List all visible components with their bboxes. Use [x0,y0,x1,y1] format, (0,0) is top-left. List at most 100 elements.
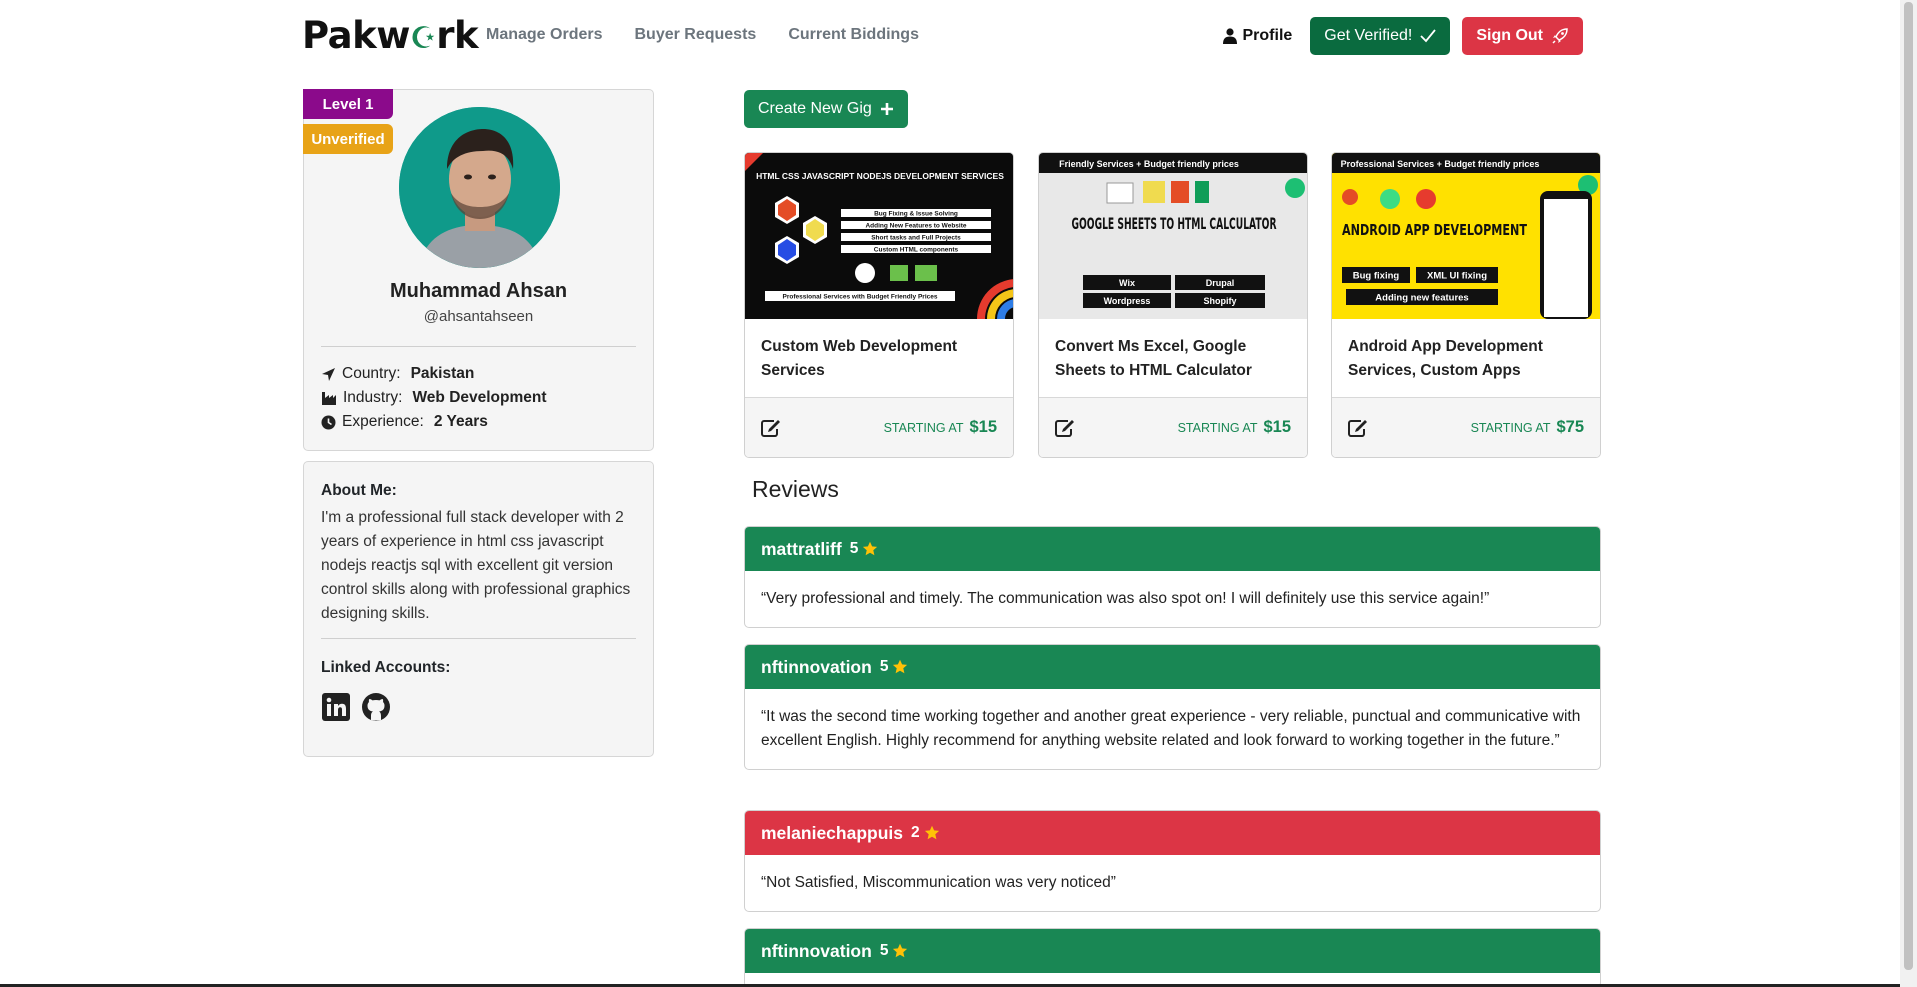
rocket-icon [1552,28,1568,44]
vertical-scrollbar[interactable] [1900,0,1917,987]
industry-label: Industry: [343,389,403,406]
gig-card[interactable]: Friendly Services + Budget friendly pric… [1038,152,1308,458]
gig-1-banner: HTML CSS JAVASCRIPT NODEJS DEVELOPMENT S… [756,171,1004,181]
profile-link[interactable]: Profile [1222,27,1292,45]
create-new-gig-button[interactable]: Create New Gig [744,90,908,128]
gig-2-tag-4: Shopify [1204,296,1237,306]
review-text: “Very professional and timely. The commu… [761,590,1490,607]
sign-out-button[interactable]: Sign Out [1462,17,1583,55]
get-verified-label: Get Verified! [1324,27,1413,44]
star-icon [924,825,939,840]
gig-price: $15 [969,418,997,436]
gig-3-tag-2: XML UI fixing [1427,271,1487,282]
edit-icon[interactable] [1348,419,1368,437]
about-divider [321,638,636,639]
nav-buyer-requests[interactable]: Buyer Requests [634,26,756,44]
review-card: nftinnovation 5 [744,928,1601,987]
gig-2-tag-3: Wordpress [1104,296,1151,306]
starting-label: STARTING AT [1470,421,1551,435]
gig-footer: STARTING AT $15 [1039,397,1307,457]
main-nav: Manage Orders Buyer Requests Current Bid… [486,26,919,44]
crescent-star-icon: ☪ [409,21,437,56]
gig-1-line-2: Adding New Features to Website [865,223,966,230]
profile-handle: @ahsantahseen [423,308,534,325]
level-badge: Level 1 [303,89,393,119]
gig-card[interactable]: Professional Services + Budget friendly … [1331,152,1601,458]
starting-price: STARTING AT $15 [884,418,997,437]
review-card: nftinnovation 5 “It was the second time … [744,644,1601,770]
profile-name: Muhammad Ahsan [389,280,568,302]
gig-card[interactable]: HTML CSS JAVASCRIPT NODEJS DEVELOPMENT S… [744,152,1014,458]
rating-value: 5 [849,540,859,557]
gig-1-line-4: Custom HTML components [874,247,959,254]
country-value: Pakistan [410,365,475,382]
industry-row: Industry: Web Development [321,389,547,407]
location-arrow-icon [322,367,335,381]
nav-current-biddings[interactable]: Current Biddings [788,26,919,44]
review-text: “It was the second time working together… [761,708,1581,749]
review-rating: 2 [911,824,940,842]
avatar [399,107,560,268]
review-header: mattratliff 5 [745,527,1600,571]
review-rating: 5 [880,658,909,676]
industry-icon [322,391,336,405]
starting-price: STARTING AT $75 [1471,418,1584,437]
rating-value: 2 [911,824,920,841]
gig-thumbnail: HTML CSS JAVASCRIPT NODEJS DEVELOPMENT S… [745,153,1013,319]
industry-value: Web Development [412,389,547,406]
review-card: mattratliff 5 “Very professional and tim… [744,526,1601,628]
about-text: I'm a professional full stack developer … [321,509,631,622]
rating-value: 5 [879,942,889,959]
gig-1-line-1: Bug Fixing & Issue Solving [874,211,958,218]
checkmark-icon [1420,29,1437,43]
star-icon [863,541,878,556]
nav-actions: Profile Get Verified! Sign Out [1222,17,1583,55]
review-rating: 5 [880,942,909,960]
gig-2-banner: Friendly Services + Budget friendly pric… [1059,159,1239,169]
profile-card: Level 1 Unverified Muhammad Ahsan @ahsan… [303,89,654,451]
create-new-gig-label: Create New Gig [758,100,872,117]
gig-1-line-3: Short tasks and Full Projects [871,235,961,242]
review-user[interactable]: nftinnovation [761,657,872,678]
review-header: nftinnovation 5 [745,645,1600,689]
github-icon[interactable] [361,692,391,722]
gig-2-headline: GOOGLE SHEETS TO HTML CALCULATOR [1072,214,1277,233]
review-user[interactable]: nftinnovation [761,941,872,962]
brand-logo[interactable]: Pakw☪rk [302,14,479,57]
gig-footer: STARTING AT $75 [1332,397,1600,457]
experience-row: Experience: 2 Years [321,413,488,431]
rating-value: 5 [879,658,889,675]
about-title: About Me: [321,482,397,499]
review-user[interactable]: mattratliff [761,539,842,560]
edit-icon[interactable] [1055,419,1075,437]
review-card: melaniechappuis 2 “Not Satisfied, Miscom… [744,810,1601,912]
linked-accounts [321,692,391,722]
gig-2-tag-1: Wix [1119,278,1135,288]
review-rating: 5 [850,540,879,558]
about-card: About Me: I'm a professional full stack … [303,461,654,757]
gig-footer: STARTING AT $15 [745,397,1013,457]
get-verified-button[interactable]: Get Verified! [1310,17,1451,55]
gig-1-footer: Professional Services with Budget Friend… [783,294,938,301]
edit-icon[interactable] [761,419,781,437]
linkedin-icon[interactable] [321,692,351,722]
starting-label: STARTING AT [883,421,964,435]
plus-icon [880,103,893,115]
reviews-title: Reviews [752,476,839,502]
sign-out-label: Sign Out [1476,27,1543,44]
nav-manage-orders[interactable]: Manage Orders [486,26,602,44]
gig-price: $75 [1556,418,1584,436]
user-icon [1222,28,1237,44]
gig-price: $15 [1263,418,1291,436]
experience-value: 2 Years [433,413,488,430]
profile-divider [321,346,636,347]
top-navbar: Pakw☪rk Manage Orders Buyer Requests Cur… [0,0,1900,72]
experience-label: Experience: [342,413,424,430]
gig-thumbnail: Friendly Services + Budget friendly pric… [1039,153,1307,319]
gig-3-tag-1: Bug fixing [1353,271,1400,282]
scrollbar-thumb[interactable] [1904,2,1913,970]
country-label: Country: [342,365,401,382]
country-row: Country: Pakistan [321,365,474,383]
review-user[interactable]: melaniechappuis [761,823,903,844]
review-header: melaniechappuis 2 [745,811,1600,855]
